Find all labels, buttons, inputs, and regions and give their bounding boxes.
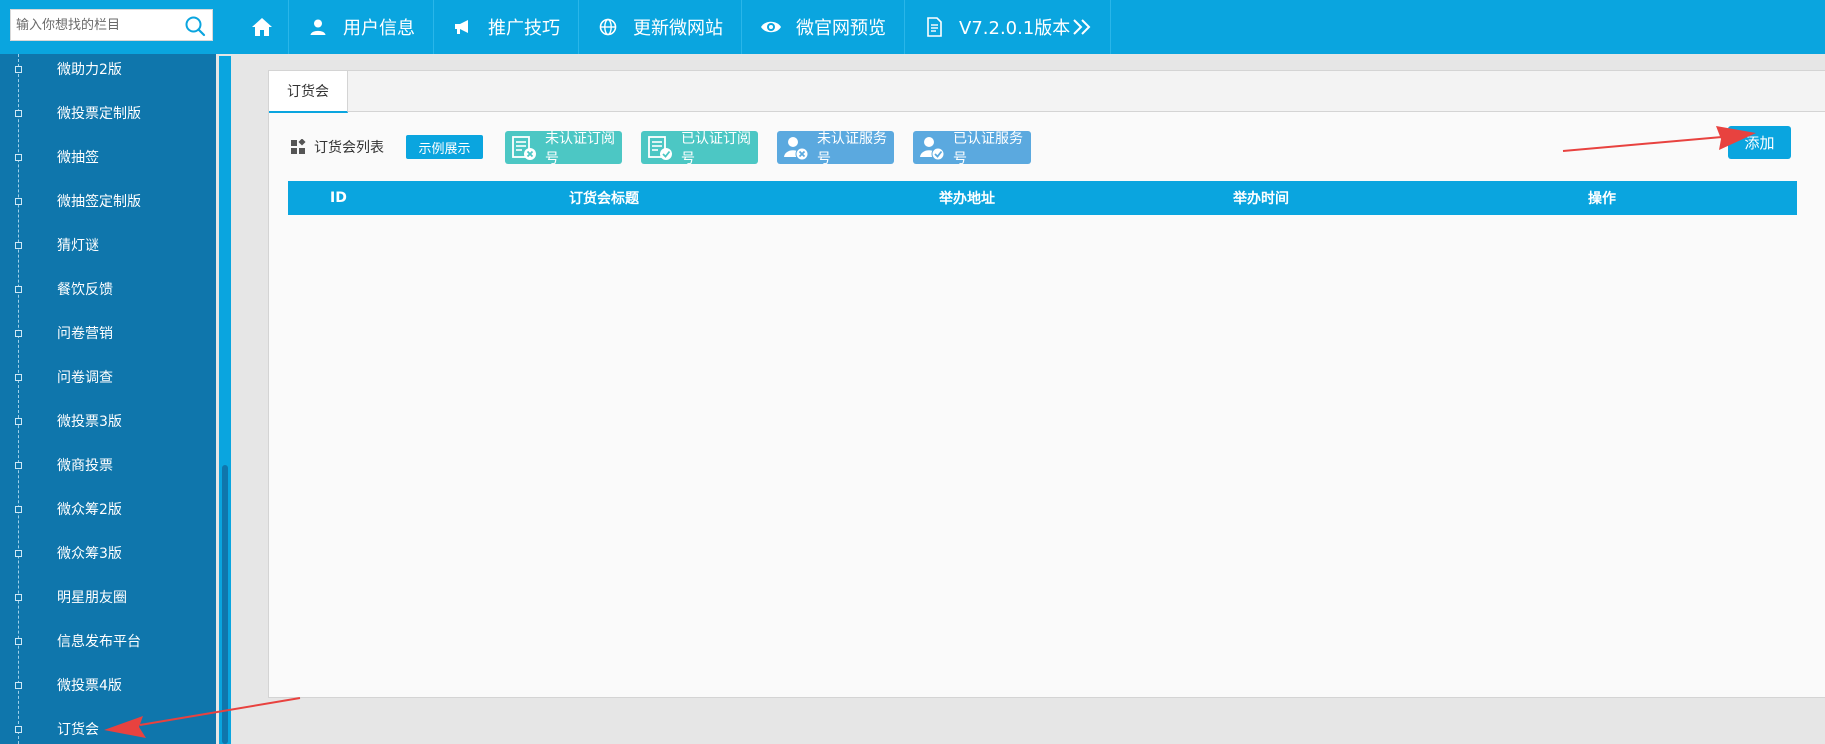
sidebar-item-label: 信息发布平台	[57, 634, 141, 650]
column-header-address: 举办地址	[939, 191, 995, 207]
tree-node-icon	[15, 110, 22, 117]
sidebar: 微助力2版 微投票定制版 微抽签 微抽签定制版 猜灯谜 餐饮反馈 问卷营销 问卷…	[0, 54, 216, 744]
nav-update-site-label: 更新微网站	[633, 18, 723, 39]
double-chevron-right-icon	[1072, 18, 1092, 36]
sidebar-item-label: 微助力2版	[57, 62, 122, 78]
tree-node-icon	[15, 682, 22, 689]
verified-service-label: 已认证服务号	[953, 130, 1023, 167]
nav-promo-tips[interactable]: 推广技巧	[434, 0, 579, 54]
search-input[interactable]	[11, 10, 179, 40]
sidebar-item-draw-lots[interactable]: 微抽签	[0, 142, 216, 172]
user-icon	[307, 16, 329, 38]
tree-node-icon	[15, 462, 22, 469]
add-button[interactable]: 添加	[1728, 126, 1791, 159]
sidebar-item-label: 微投票4版	[57, 678, 122, 694]
sidebar-item-label: 微众筹2版	[57, 502, 122, 518]
unverified-subscription-label: 未认证订阅号	[545, 130, 615, 167]
verified-service-button[interactable]: 已认证服务号	[913, 131, 1031, 167]
tab-order-fair[interactable]: 订货会	[269, 71, 348, 113]
list-title: 订货会列表	[290, 137, 384, 157]
home-icon	[251, 16, 273, 38]
tree-node-icon	[15, 506, 22, 513]
sidebar-item-vote-3[interactable]: 微投票3版	[0, 406, 216, 436]
tree-node-icon	[15, 198, 22, 205]
sidebar-item-label: 订货会	[57, 722, 99, 738]
sidebar-item-crowdfund-3[interactable]: 微众筹3版	[0, 538, 216, 568]
sidebar-item-star-moments[interactable]: 明星朋友圈	[0, 582, 216, 612]
search-box	[10, 9, 213, 41]
doc-x-icon	[511, 135, 537, 161]
tree-node-icon	[15, 726, 22, 733]
unverified-subscription-button[interactable]: 未认证订阅号	[505, 131, 622, 167]
eye-icon	[760, 16, 782, 38]
search-icon[interactable]	[184, 15, 206, 37]
sidebar-item-label: 微商投票	[57, 458, 113, 474]
list-title-label: 订货会列表	[314, 140, 384, 156]
globe-icon	[597, 16, 619, 38]
tree-node-icon	[15, 154, 22, 161]
sidebar-item-survey[interactable]: 问卷调查	[0, 362, 216, 392]
nav-home[interactable]	[235, 0, 289, 54]
sidebar-item-dining-feedback[interactable]: 餐饮反馈	[0, 274, 216, 304]
main-panel: 订货会 订货会列表 示例展示 未认证订阅号 已认证订阅号 未认证服务号 已认证服…	[268, 70, 1825, 698]
nav-site-preview-label: 微官网预览	[796, 18, 886, 39]
sidebar-item-label: 微众筹3版	[57, 546, 122, 562]
sidebar-item-survey-marketing[interactable]: 问卷营销	[0, 318, 216, 348]
tree-node-icon	[15, 374, 22, 381]
sidebar-item-label: 问卷调查	[57, 370, 113, 386]
nav-site-preview[interactable]: 微官网预览	[742, 0, 905, 54]
user-x-icon	[783, 135, 809, 161]
sidebar-scrollbar-thumb[interactable]	[222, 465, 228, 744]
tree-node-icon	[15, 330, 22, 337]
sidebar-item-draw-lots-custom[interactable]: 微抽签定制版	[0, 186, 216, 216]
sidebar-item-lantern-riddle[interactable]: 猜灯谜	[0, 230, 216, 260]
tree-node-icon	[15, 594, 22, 601]
sidebar-item-crowdfund-2[interactable]: 微众筹2版	[0, 494, 216, 524]
unverified-service-button[interactable]: 未认证服务号	[777, 131, 894, 167]
tree-node-icon	[15, 242, 22, 249]
verified-subscription-button[interactable]: 已认证订阅号	[641, 131, 758, 167]
sidebar-item-label: 餐饮反馈	[57, 282, 113, 298]
doc-check-icon	[647, 135, 673, 161]
nav-promo-tips-label: 推广技巧	[488, 18, 560, 39]
unverified-service-label: 未认证服务号	[817, 130, 887, 167]
column-header-title: 订货会标题	[569, 191, 639, 207]
nav-user-info-label: 用户信息	[343, 18, 415, 39]
demo-button[interactable]: 示例展示	[406, 135, 483, 159]
table-header: ID 订货会标题 举办地址 举办时间 操作	[288, 181, 1797, 215]
sidebar-item-label: 猜灯谜	[57, 238, 99, 254]
document-icon	[923, 16, 945, 38]
sidebar-item-info-platform[interactable]: 信息发布平台	[0, 626, 216, 656]
user-check-icon	[919, 135, 945, 161]
sidebar-item-label: 明星朋友圈	[57, 590, 127, 606]
column-header-actions: 操作	[1588, 191, 1616, 207]
column-header-id: ID	[330, 190, 347, 206]
top-nav: 用户信息 推广技巧 更新微网站 微官网预览 V7.2.0.1版本	[235, 0, 1112, 54]
tab-strip: 订货会	[269, 71, 1825, 113]
sidebar-item-label: 微投票3版	[57, 414, 122, 430]
sidebar-item-order-fair[interactable]: 订货会	[0, 714, 216, 744]
megaphone-icon	[452, 16, 474, 38]
top-bar: 用户信息 推广技巧 更新微网站 微官网预览 V7.2.0.1版本	[0, 0, 1825, 54]
nav-version[interactable]: V7.2.0.1版本	[905, 0, 1112, 54]
tree-node-icon	[15, 66, 22, 73]
nav-update-site[interactable]: 更新微网站	[579, 0, 742, 54]
sidebar-item-label: 微抽签	[57, 150, 99, 166]
tree-node-icon	[15, 550, 22, 557]
sidebar-item-vote-custom[interactable]: 微投票定制版	[0, 98, 216, 128]
nav-user-info[interactable]: 用户信息	[289, 0, 434, 54]
tree-node-icon	[15, 286, 22, 293]
tree-node-icon	[15, 418, 22, 425]
sidebar-item-label: 微投票定制版	[57, 106, 141, 122]
nav-version-label: V7.2.0.1版本	[959, 18, 1071, 39]
sidebar-item-label: 微抽签定制版	[57, 194, 141, 210]
verified-subscription-label: 已认证订阅号	[681, 130, 751, 167]
sidebar-item-merchant-vote[interactable]: 微商投票	[0, 450, 216, 480]
grid-icon	[290, 138, 306, 155]
sidebar-item-wei-zhuli-2[interactable]: 微助力2版	[0, 54, 216, 84]
sidebar-item-vote-4[interactable]: 微投票4版	[0, 670, 216, 700]
tree-node-icon	[15, 638, 22, 645]
sidebar-item-label: 问卷营销	[57, 326, 113, 342]
column-header-time: 举办时间	[1233, 191, 1289, 207]
